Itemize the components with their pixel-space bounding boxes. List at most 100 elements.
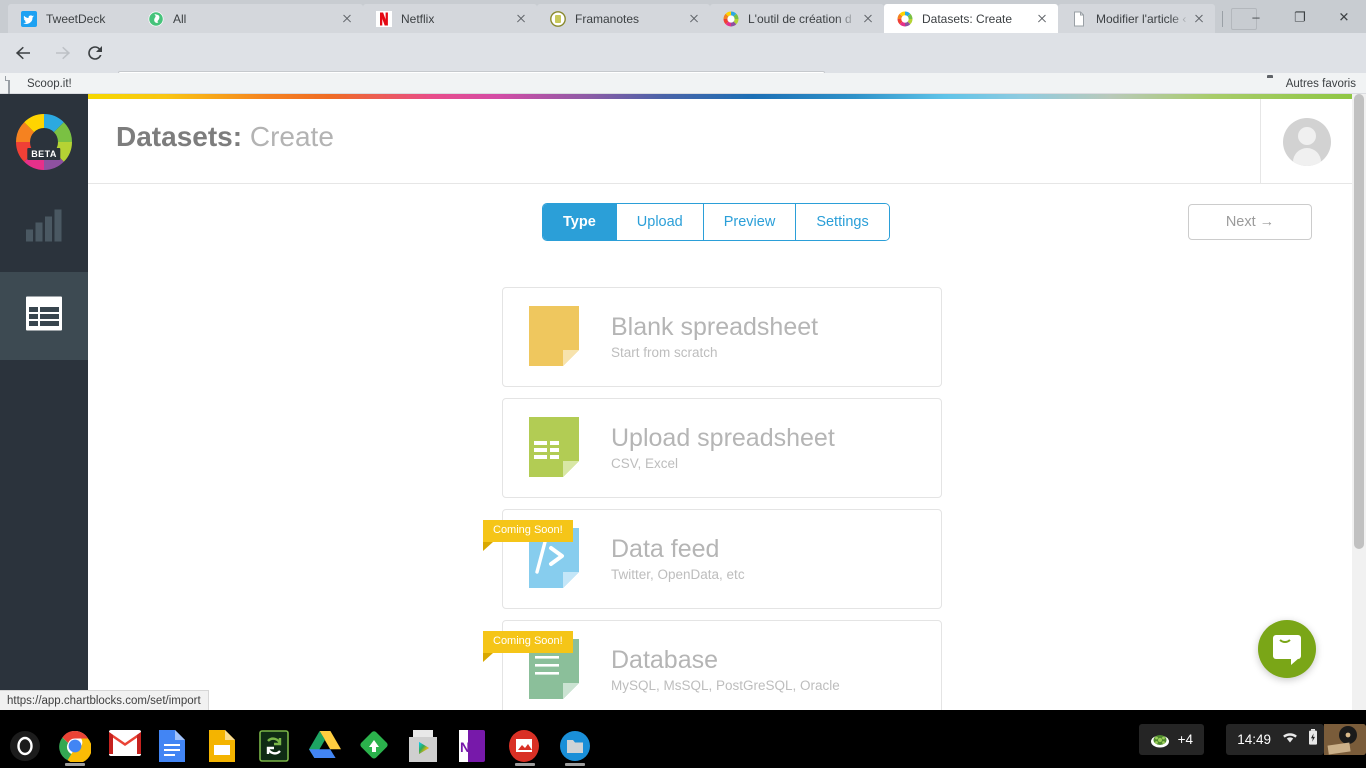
maximize-button[interactable]: ❐ [1278, 0, 1322, 33]
browser-tab[interactable]: Netflix [363, 4, 537, 33]
feedly-icon [359, 730, 391, 762]
twitter-icon [21, 10, 37, 27]
maximize-icon: ❐ [1294, 9, 1306, 24]
table-icon [26, 296, 62, 336]
option-card[interactable]: Coming Soon! Data feed Twitter, OpenData, … [483, 509, 942, 609]
svg-text:N: N [460, 739, 470, 755]
dataset-type-options: Blank spreadsheet Start from scratch Uploa… [483, 287, 942, 710]
sidebar-item-datasets[interactable] [0, 272, 88, 360]
tab-title: Modifier l'article ‹ Le [1096, 11, 1189, 26]
other-bookmarks-folder[interactable]: Autres favoris [1267, 75, 1356, 92]
coming-soon-ribbon: Coming Soon! [483, 631, 573, 662]
tray-notifications[interactable]: +4 [1138, 724, 1204, 755]
page-title-main: Datasets [116, 121, 233, 152]
chartblocks-icon [897, 11, 913, 27]
page-scrollbar[interactable] [1352, 94, 1366, 710]
tab-title: L'outil de création d [748, 11, 852, 26]
status-text: https://app.chartblocks.com/set/import [7, 694, 201, 707]
taskbar-sync[interactable] [250, 710, 300, 768]
close-tab-button[interactable] [511, 9, 531, 29]
browser-tab[interactable]: All [135, 4, 363, 33]
chrome-icon [59, 730, 92, 764]
beta-badge: BETA [27, 148, 61, 160]
reload-icon [88, 46, 102, 60]
chartblocks-icon [723, 11, 739, 27]
back-arrow-icon [15, 46, 30, 60]
taskbar-files[interactable] [550, 710, 600, 768]
option-card[interactable]: Blank spreadsheet Start from scratch [502, 287, 942, 387]
option-card[interactable]: Upload spreadsheet CSV, Excel [502, 398, 942, 498]
tab-upload[interactable]: Upload [616, 204, 704, 240]
other-bookmarks-label: Autres favoris [1285, 77, 1356, 90]
minimize-icon: – [1252, 9, 1260, 24]
taskbar-play-store[interactable] [400, 710, 450, 768]
taskbar-photos[interactable] [500, 710, 550, 768]
messenger-icon[interactable] [1258, 620, 1316, 678]
taskbar-feedly[interactable] [350, 710, 400, 768]
back-button[interactable] [8, 38, 38, 68]
close-tab-button[interactable] [1189, 9, 1209, 29]
tab-label: Preview [723, 214, 776, 230]
option-text: Blank spreadsheet Start from scratch [611, 313, 819, 361]
browser-tab[interactable]: Framanotes [537, 4, 710, 33]
upload-spreadsheet-icon [529, 417, 579, 477]
close-window-button[interactable]: ✕ [1322, 0, 1366, 33]
close-tab-button[interactable] [684, 9, 704, 29]
app-logo[interactable]: BETA [0, 104, 88, 184]
sync-icon [259, 730, 291, 762]
running-indicator [65, 763, 85, 766]
taskbar-google-docs[interactable] [150, 710, 200, 768]
tab-type[interactable]: Type [543, 204, 617, 240]
reload-button[interactable] [80, 38, 110, 68]
forward-button[interactable] [48, 38, 78, 68]
coming-soon-ribbon: Coming Soon! [483, 520, 573, 551]
evernote-icon [148, 11, 164, 27]
minimize-button[interactable]: – [1234, 0, 1278, 33]
bookmark-scoopit[interactable]: Scoop.it! [8, 75, 72, 95]
gmail-icon [109, 730, 141, 762]
option-subtitle: MySQL, MsSQL, PostGreSQL, Oracle [611, 678, 840, 693]
user-avatar[interactable] [1260, 99, 1352, 184]
browser-tab[interactable]: Datasets: Create [884, 4, 1058, 33]
close-tab-button[interactable] [1032, 9, 1052, 29]
onenote-icon: N [459, 730, 491, 762]
option-icon [529, 306, 585, 368]
browser-window: TweetDeck All Netflix Framanotes L'outil de … [0, 0, 1366, 710]
taskbar-gmail[interactable] [100, 710, 150, 768]
taskbar-assistant[interactable] [0, 710, 50, 768]
tab-separator [1222, 11, 1223, 27]
option-title: Blank spreadsheet [611, 313, 819, 341]
page-icon [1071, 11, 1087, 27]
browser-tab[interactable]: Modifier l'article ‹ Le [1058, 4, 1215, 33]
option-text: Upload spreadsheet CSV, Excel [611, 425, 835, 472]
page-viewport: BETA Datasets: Create Type Upload Previe… [0, 94, 1366, 710]
assistant-icon [9, 730, 41, 762]
sidebar-item-charts[interactable] [0, 184, 88, 272]
page-title-sub: Create [249, 121, 334, 152]
tab-settings[interactable]: Settings [796, 204, 889, 240]
page-title-sep: : [232, 121, 243, 152]
sidebar-filler [0, 448, 88, 710]
close-tab-button[interactable] [337, 9, 357, 29]
photos-icon [509, 730, 541, 762]
bookmark-label: Scoop.it! [27, 77, 72, 90]
taskbar-google-drive[interactable] [300, 710, 350, 768]
netflix-icon [376, 10, 392, 27]
close-tab-button[interactable] [858, 9, 878, 29]
scrollbar-thumb[interactable] [1354, 94, 1364, 549]
tab-preview[interactable]: Preview [703, 204, 797, 240]
bookmarks-bar: Scoop.it! Autres favoris [0, 73, 1366, 95]
taskbar-google-slides[interactable] [200, 710, 250, 768]
os-taskbar: N +4 14:49 [0, 710, 1366, 768]
page-icon [8, 76, 21, 95]
next-button[interactable]: Next → [1188, 204, 1312, 240]
browser-tab[interactable]: L'outil de création d [710, 4, 884, 33]
taskbar-onenote[interactable]: N [450, 710, 500, 768]
tray-status[interactable]: 14:49 [1226, 724, 1324, 755]
turtle-icon [1150, 732, 1170, 748]
battery-icon [1308, 729, 1318, 750]
user-avatar-icon[interactable] [1324, 724, 1366, 755]
taskbar-chrome[interactable] [50, 710, 100, 768]
option-card[interactable]: Coming Soon! Database MySQL, MsSQL, PostGr… [483, 620, 942, 710]
forward-arrow-icon [56, 46, 71, 60]
